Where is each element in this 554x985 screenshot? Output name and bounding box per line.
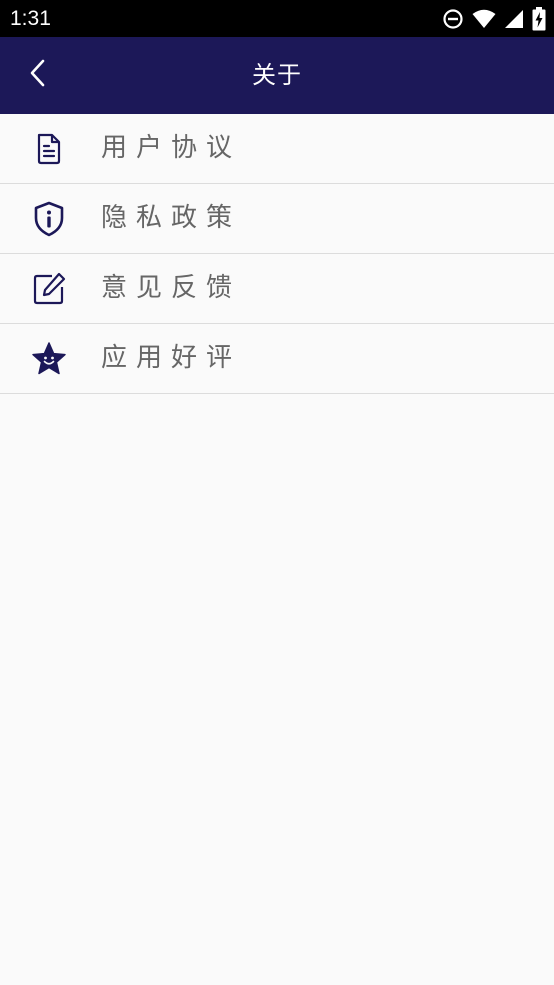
battery-charging-icon (532, 7, 546, 31)
do-not-disturb-icon (442, 8, 464, 30)
wifi-icon (472, 9, 496, 29)
status-icons (442, 7, 546, 31)
document-icon (31, 131, 67, 167)
shield-info-icon (31, 201, 67, 237)
menu-item-rate-app[interactable]: 应用好评 (0, 324, 554, 394)
menu-item-label: 隐私政策 (101, 203, 242, 233)
menu-item-user-agreement[interactable]: 用户协议 (0, 114, 554, 184)
star-icon (31, 341, 67, 377)
status-bar: 1:31 (0, 0, 554, 37)
menu-item-label: 应用好评 (101, 343, 242, 373)
menu-item-label: 用户协议 (101, 133, 242, 163)
app-bar: 关于 (0, 37, 554, 114)
edit-icon (31, 271, 67, 307)
signal-icon (504, 9, 524, 29)
chevron-left-icon (27, 59, 49, 91)
about-menu: 用户协议 隐私政策 意见反馈 应用好评 (0, 114, 554, 394)
menu-item-feedback[interactable]: 意见反馈 (0, 254, 554, 324)
menu-item-label: 意见反馈 (101, 273, 242, 303)
status-time: 1:31 (10, 7, 51, 30)
back-button[interactable] (18, 55, 58, 95)
menu-item-privacy-policy[interactable]: 隐私政策 (0, 184, 554, 254)
page-title: 关于 (252, 61, 302, 89)
